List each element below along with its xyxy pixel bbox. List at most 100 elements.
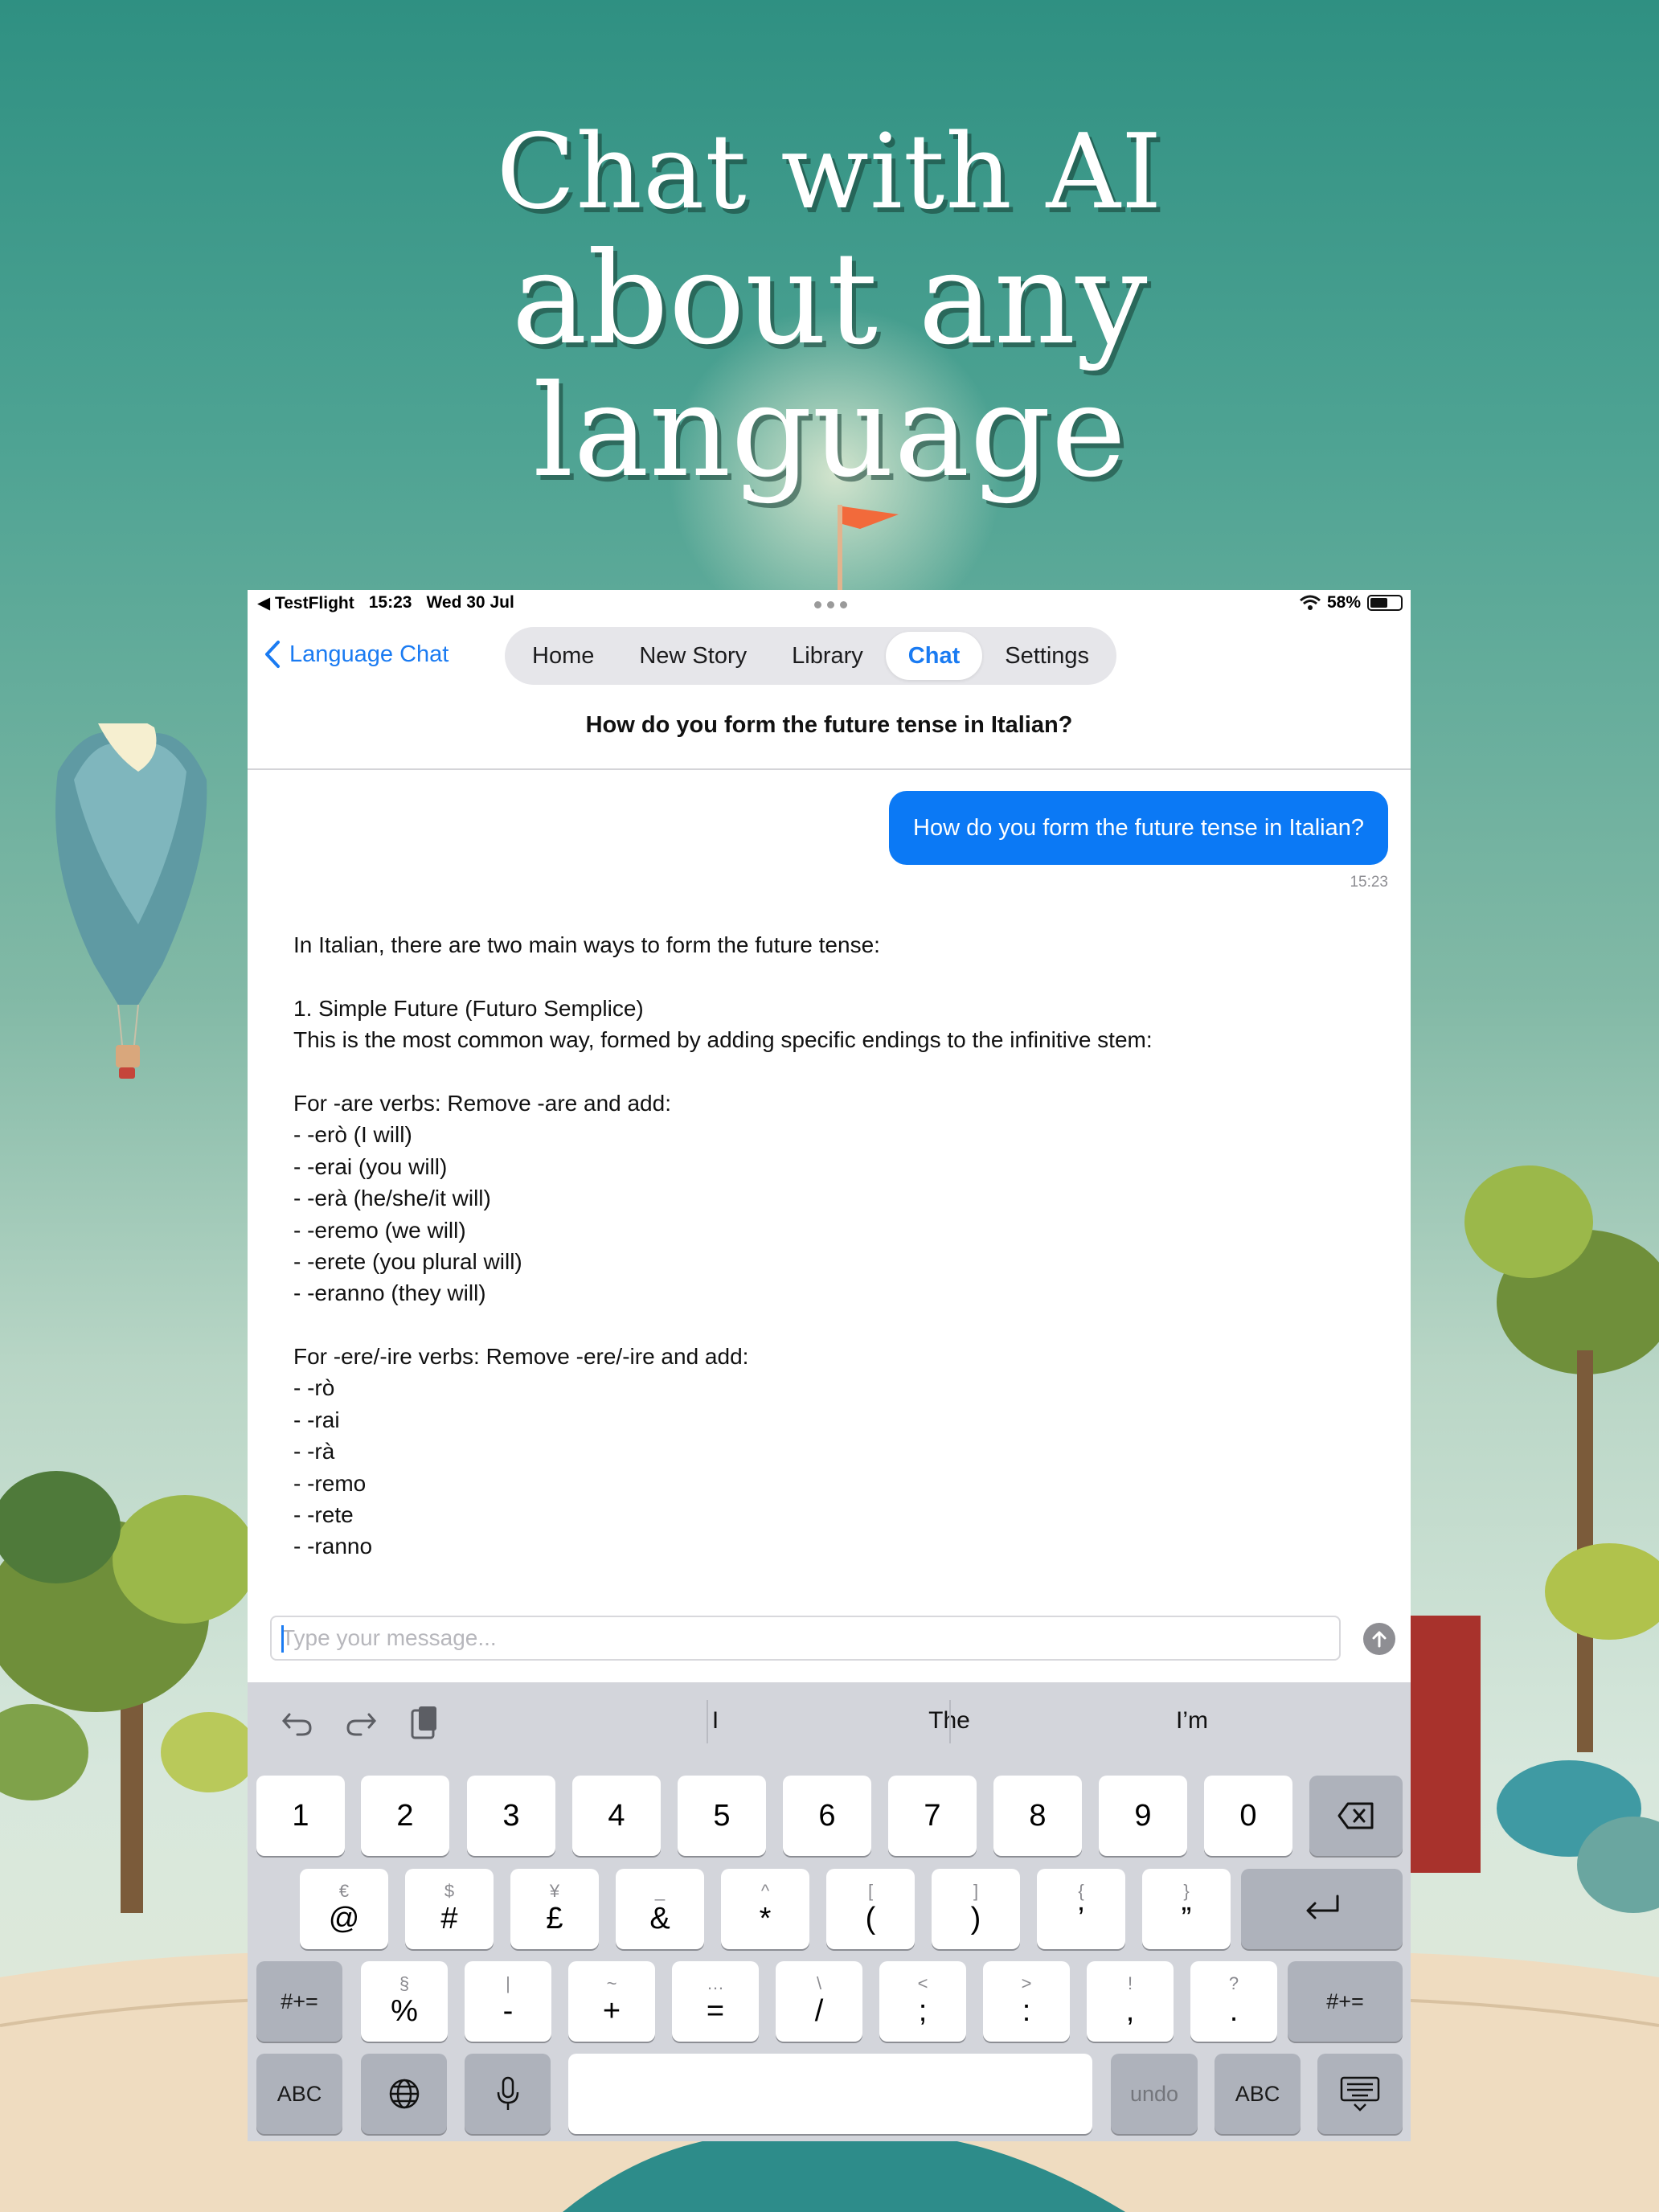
key-symbol[interactable]: {’	[1037, 1869, 1125, 1949]
key-label: ABC	[276, 2082, 322, 2106]
abc-key[interactable]: ABC	[1215, 2054, 1301, 2134]
undo-button[interactable]	[278, 1703, 317, 1742]
chevron-left-icon	[265, 641, 280, 668]
key-label: 9	[1134, 1799, 1152, 1833]
back-button[interactable]: Language Chat	[264, 640, 449, 669]
key-symbol[interactable]: !,	[1087, 1961, 1174, 2042]
undo-key[interactable]: undo	[1111, 2054, 1198, 2134]
key-digit[interactable]: 7	[888, 1776, 977, 1856]
key-symbol[interactable]: … =	[672, 1961, 759, 2042]
key-symbol[interactable]: ])	[932, 1869, 1020, 1949]
key-label: 2	[396, 1799, 414, 1833]
abc-key[interactable]: ABC	[256, 2054, 342, 2134]
tab-home[interactable]: Home	[510, 632, 616, 680]
key-digit[interactable]: 5	[678, 1776, 766, 1856]
answer-line: - -eremo (we will)	[293, 1217, 466, 1243]
key-label: ,	[1125, 1994, 1135, 2028]
key-alt-label: !	[1127, 1973, 1133, 1993]
key-label: *	[759, 1902, 772, 1936]
key-label: (	[865, 1902, 876, 1936]
text-cursor	[281, 1625, 284, 1653]
key-symbol[interactable]: [(	[826, 1869, 915, 1949]
key-symbol[interactable]: _ &	[616, 1869, 704, 1949]
answer-line: - -rà	[293, 1439, 335, 1464]
keyboard-hide-icon	[1340, 2076, 1380, 2112]
key-alt-label: <	[917, 1973, 928, 1993]
tab-settings[interactable]: Settings	[982, 632, 1112, 680]
multitasking-dots[interactable]	[814, 601, 847, 608]
dictation-key[interactable]	[465, 2054, 551, 2134]
key-symbol[interactable]: € @	[300, 1869, 388, 1949]
answer-line: 1. Simple Future (Futuro Semplice)	[293, 995, 644, 1021]
key-symbol[interactable]: ~ +	[568, 1961, 655, 2042]
keyboard-toolbar: I The I’m	[248, 1682, 1411, 1759]
red-tower-illustration	[1408, 1616, 1481, 1873]
tab-new-story[interactable]: New Story	[616, 632, 769, 680]
key-digit[interactable]: 9	[1099, 1776, 1187, 1856]
key-label: %	[391, 1994, 418, 2028]
return-key[interactable]	[1241, 1869, 1403, 1949]
key-alt-label: §	[399, 1973, 410, 1993]
app-screen: ◀ TestFlight 15:23 Wed 30 Jul 58% Langua…	[248, 590, 1411, 2141]
key-alt-label: $	[444, 1881, 455, 1901]
key-alt-label: {	[1078, 1881, 1084, 1901]
key-digit[interactable]: 3	[467, 1776, 555, 1856]
paste-button[interactable]	[405, 1703, 444, 1742]
key-symbol[interactable]: <;	[879, 1961, 966, 2042]
back-to-app-link[interactable]: ◀ TestFlight	[257, 593, 354, 613]
microphone-icon	[497, 2076, 518, 2110]
key-symbol[interactable]: ¥ £	[510, 1869, 599, 1949]
key-digit[interactable]: 6	[783, 1776, 871, 1856]
redo-button[interactable]	[342, 1703, 380, 1742]
globe-key[interactable]	[361, 2054, 447, 2134]
key-digit[interactable]: 1	[256, 1776, 345, 1856]
wifi-icon	[1300, 595, 1321, 610]
key-digit[interactable]: 8	[993, 1776, 1082, 1856]
status-date: Wed 30 Jul	[426, 593, 514, 612]
key-label: 4	[608, 1799, 625, 1833]
key-symbol[interactable]: \ /	[776, 1961, 862, 2042]
key-label: =	[706, 1994, 725, 2028]
redo-icon	[346, 1713, 376, 1736]
key-label: ;	[918, 1994, 928, 2028]
send-button[interactable]	[1363, 1623, 1395, 1655]
answer-line: - -erò (I will)	[293, 1122, 412, 1148]
key-symbol[interactable]: }”	[1142, 1869, 1231, 1949]
flag-illustration	[838, 505, 899, 593]
tree-left-illustration	[0, 1471, 257, 1913]
answer-line: - -remo	[293, 1470, 367, 1496]
key-label: 6	[818, 1799, 836, 1833]
answer-line: - -erà (he/she/it will)	[293, 1186, 491, 1211]
symbols-shift-key[interactable]: #+=	[1288, 1961, 1403, 2042]
suggestion-3[interactable]: I’m	[1071, 1682, 1313, 1759]
key-digit[interactable]: 0	[1204, 1776, 1292, 1856]
delete-key[interactable]	[1309, 1776, 1403, 1856]
key-label: 3	[502, 1799, 520, 1833]
tab-chat[interactable]: Chat	[885, 632, 983, 680]
space-key[interactable]	[568, 2054, 1092, 2134]
answer-line: For -are verbs: Remove -are and add:	[293, 1090, 671, 1116]
key-symbol[interactable]: ^ *	[721, 1869, 809, 1949]
hide-keyboard-key[interactable]	[1317, 2054, 1403, 2134]
navigation-bar: Language Chat Home New Story Library Cha…	[248, 624, 1411, 688]
message-input[interactable]	[270, 1616, 1341, 1661]
key-symbol[interactable]: >:	[983, 1961, 1070, 2042]
clipboard-icon	[411, 1706, 436, 1739]
tab-library[interactable]: Library	[769, 632, 886, 680]
key-label: ABC	[1235, 2082, 1280, 2106]
headline-line-1: Chat with AI	[496, 113, 1163, 232]
suggestion-1[interactable]: I	[595, 1682, 836, 1759]
key-digit[interactable]: 4	[572, 1776, 661, 1856]
key-symbol[interactable]: $ #	[405, 1869, 494, 1949]
answer-line: - -rai	[293, 1407, 340, 1432]
symbols-shift-key[interactable]: #+=	[256, 1961, 342, 2042]
answer-line	[293, 1309, 1387, 1341]
user-message-bubble[interactable]: How do you form the future tense in Ital…	[889, 791, 1388, 865]
key-symbol[interactable]: ?.	[1190, 1961, 1277, 2042]
key-symbol[interactable]: §%	[361, 1961, 448, 2042]
key-alt-label: >	[1021, 1973, 1032, 1993]
key-symbol[interactable]: | -	[465, 1961, 551, 2042]
key-alt-label: |	[506, 1973, 510, 1993]
onscreen-keyboard: I The I’m 1 2 3 4 5 6 7 8 9 0 € @ $ # ¥ £ _ & ^ *[(]){’}” #+…	[248, 1682, 1411, 2141]
key-digit[interactable]: 2	[361, 1776, 449, 1856]
